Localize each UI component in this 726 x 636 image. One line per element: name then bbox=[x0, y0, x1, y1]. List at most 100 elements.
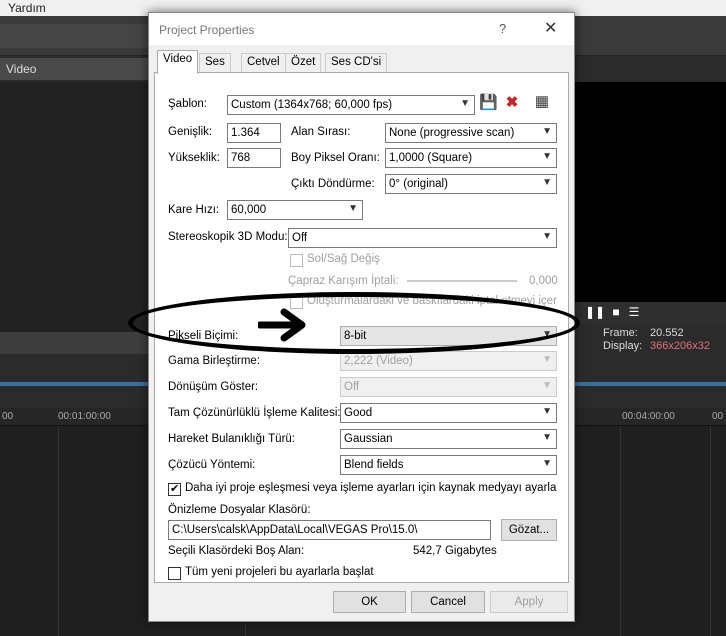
chevron-down-icon: ▼ bbox=[542, 458, 552, 469]
pixel-format-value: 8-bit bbox=[344, 330, 367, 342]
free-space-value: 542,7 Gigabytes bbox=[413, 545, 497, 557]
crosstalk-include-checkbox[interactable] bbox=[290, 296, 303, 309]
crosstalk-label: Çapraz Karışım İptali: bbox=[288, 275, 399, 287]
dialog-titlebar[interactable]: Project Properties ? ✕ bbox=[149, 13, 574, 45]
chevron-down-icon: ▼ bbox=[542, 380, 552, 391]
chevron-down-icon: ▼ bbox=[542, 177, 552, 188]
display-value: 366x206x32 bbox=[650, 340, 710, 352]
tab-video[interactable]: Video bbox=[157, 50, 199, 74]
video-tab-panel: Şablon: Custom (1364x768; 60,000 fps) ▼ … bbox=[154, 72, 569, 583]
chevron-down-icon: ▼ bbox=[460, 98, 470, 109]
view-transform-label: Dönüşüm Göster: bbox=[168, 381, 259, 393]
ruler-label: 00 bbox=[2, 411, 14, 422]
stereo-mode-value: Off bbox=[292, 232, 308, 244]
match-media-icon[interactable]: ▦ bbox=[533, 93, 551, 111]
left-panel bbox=[0, 82, 150, 332]
tab-summary[interactable]: Özet bbox=[285, 53, 322, 73]
close-icon[interactable]: ✕ bbox=[544, 18, 557, 38]
frame-value: 20.552 bbox=[650, 327, 684, 339]
pixel-aspect-value: 1,0000 (Square) bbox=[389, 152, 473, 164]
template-dropdown[interactable]: Custom (1364x768; 60,000 fps) ▼ bbox=[227, 95, 475, 115]
chevron-down-icon: ▼ bbox=[542, 354, 552, 365]
pixel-aspect-label: Boy Piksel Oranı: bbox=[291, 152, 380, 164]
prerender-folder-label: Önizleme Dosyalar Klasörü: bbox=[168, 504, 311, 516]
check-icon: ✔ bbox=[170, 483, 180, 495]
field-order-value: None (progressive scan) bbox=[389, 127, 515, 139]
prerender-folder-input[interactable]: C:\Users\calsk\AppData\Local\VEGAS Pro\1… bbox=[168, 520, 491, 540]
save-template-icon[interactable]: 💾 bbox=[479, 94, 498, 112]
tab-audio-cd[interactable]: Ses CD'si bbox=[325, 53, 388, 73]
adjust-media-label: Daha iyi proje eşleşmesi veya işleme aya… bbox=[185, 482, 557, 494]
field-order-dropdown[interactable]: None (progressive scan) ▼ bbox=[385, 123, 557, 143]
view-transform-value: Off bbox=[344, 381, 360, 393]
deinterlace-value: Blend fields bbox=[344, 459, 404, 471]
ruler-label: 00 bbox=[712, 411, 724, 422]
width-input[interactable]: 1.364 bbox=[227, 123, 281, 143]
ok-button[interactable]: OK bbox=[333, 591, 406, 613]
pause-icon[interactable]: ❚❚ bbox=[585, 305, 605, 319]
chevron-down-icon: ▼ bbox=[542, 329, 552, 340]
frame-label: Frame: bbox=[603, 327, 638, 339]
browse-button[interactable]: Gözat... bbox=[501, 519, 557, 541]
swap-lr-label: Sol/Sağ Değiş bbox=[307, 253, 380, 265]
stop-icon[interactable]: ■ bbox=[609, 305, 623, 319]
height-input[interactable]: 768 bbox=[227, 148, 281, 168]
swap-lr-checkbox[interactable] bbox=[290, 254, 303, 267]
template-value: Custom (1364x768; 60,000 fps) bbox=[231, 99, 393, 111]
compositing-gamma-dropdown[interactable]: 2,222 (Video) ▼ bbox=[340, 351, 557, 371]
stereo-mode-dropdown[interactable]: Off ▼ bbox=[288, 228, 557, 248]
menu-icon[interactable]: ☰ bbox=[627, 305, 641, 319]
tab-ruler[interactable]: Cetvel bbox=[241, 53, 286, 73]
output-rotation-label: Çıktı Döndürme: bbox=[291, 178, 375, 190]
deinterlace-dropdown[interactable]: Blend fields ▼ bbox=[340, 455, 557, 475]
help-icon[interactable]: ? bbox=[499, 21, 506, 36]
status-strip bbox=[0, 332, 150, 354]
adjust-media-checkbox[interactable]: ✔ bbox=[168, 483, 181, 496]
frame-rate-value: 60,000 bbox=[231, 204, 267, 216]
start-all-new-checkbox[interactable] bbox=[168, 567, 181, 580]
render-quality-dropdown[interactable]: Good ▼ bbox=[340, 403, 557, 423]
width-label: Genişlik: bbox=[168, 126, 213, 138]
cancel-button[interactable]: Cancel bbox=[411, 591, 485, 613]
chevron-down-icon: ▼ bbox=[542, 231, 552, 242]
app-tabbar bbox=[0, 24, 150, 48]
compositing-gamma-label: Gama Birleştirme: bbox=[168, 355, 261, 367]
prerender-folder-value: C:\Users\calsk\AppData\Local\VEGAS Pro\1… bbox=[172, 524, 418, 536]
crosstalk-value: 0,000 bbox=[529, 275, 558, 287]
menu-help[interactable]: Yardım bbox=[8, 1, 46, 15]
width-value: 1.364 bbox=[231, 127, 260, 139]
output-rotation-value: 0° (original) bbox=[389, 178, 448, 190]
video-preview-tab-label: Video bbox=[6, 62, 37, 76]
crosstalk-slider[interactable] bbox=[407, 280, 517, 282]
dialog-title: Project Properties bbox=[159, 23, 255, 37]
crosstalk-include-label: Oluşturmalardaki ve baskılardaki iptal e… bbox=[307, 295, 557, 307]
template-label: Şablon: bbox=[168, 98, 208, 110]
pixel-aspect-dropdown[interactable]: 1,0000 (Square) ▼ bbox=[385, 148, 557, 168]
tab-audio[interactable]: Ses bbox=[199, 53, 231, 73]
chevron-down-icon: ▼ bbox=[542, 151, 552, 162]
height-value: 768 bbox=[231, 152, 251, 164]
output-rotation-dropdown[interactable]: 0° (original) ▼ bbox=[385, 174, 557, 194]
deinterlace-label: Çözücü Yöntemi: bbox=[168, 459, 256, 471]
render-quality-label: Tam Çözünürlüklü İşleme Kalitesi: bbox=[168, 407, 341, 419]
motion-blur-dropdown[interactable]: Gaussian ▼ bbox=[340, 429, 557, 449]
frame-rate-dropdown[interactable]: 60,000 ▼ bbox=[227, 200, 363, 220]
video-preview bbox=[575, 82, 726, 302]
field-order-label: Alan Sırası: bbox=[291, 126, 351, 138]
apply-button[interactable]: Apply bbox=[490, 591, 568, 613]
compositing-gamma-value: 2,222 (Video) bbox=[344, 355, 413, 367]
chevron-down-icon: ▼ bbox=[348, 203, 358, 214]
project-properties-dialog: Project Properties ? ✕ Video Ses Cetvel … bbox=[148, 12, 575, 622]
free-space-label: Seçili Klasördeki Boş Alan: bbox=[168, 545, 305, 557]
chevron-down-icon: ▼ bbox=[542, 126, 552, 137]
pixel-format-dropdown[interactable]: 8-bit ▼ bbox=[340, 326, 557, 346]
view-transform-dropdown[interactable]: Off ▼ bbox=[340, 377, 557, 397]
ruler-label: 00:01:00:00 bbox=[58, 411, 111, 422]
ruler-label: 00:04:00:00 bbox=[622, 411, 675, 422]
delete-template-icon[interactable]: ✖ bbox=[503, 94, 521, 112]
frame-rate-label: Kare Hızı: bbox=[168, 204, 220, 216]
video-preview-tab[interactable]: Video bbox=[0, 58, 150, 80]
stereo-mode-label: Stereoskopik 3D Modu: bbox=[168, 231, 288, 243]
chevron-down-icon: ▼ bbox=[542, 432, 552, 443]
motion-blur-value: Gaussian bbox=[344, 433, 393, 445]
